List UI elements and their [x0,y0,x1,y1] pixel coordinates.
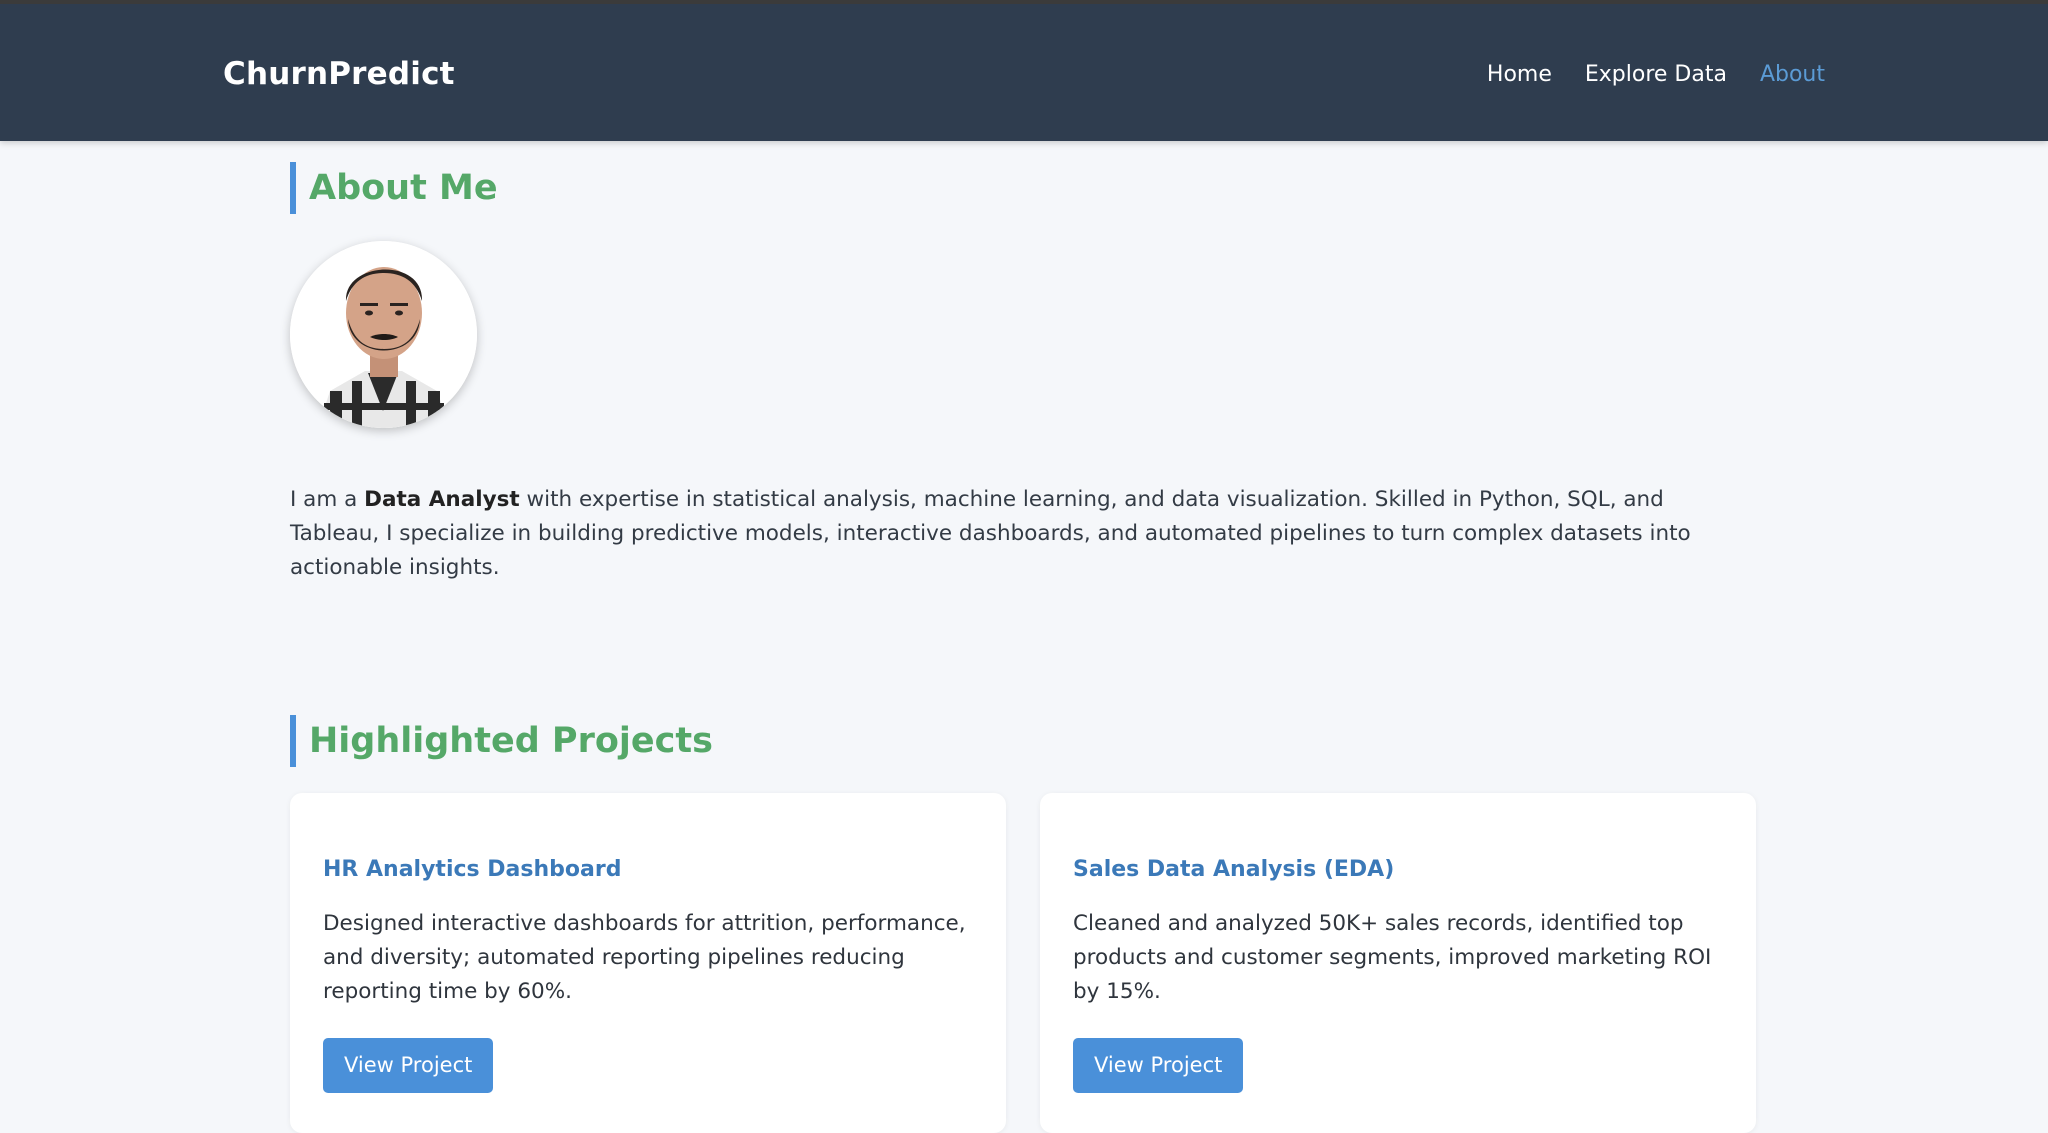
nav-explore-data-link[interactable]: Explore Data [1585,62,1727,87]
profile-avatar [290,241,477,428]
project-card-sales-eda: Sales Data Analysis (EDA) Cleaned and an… [1040,793,1756,1133]
project-description: Cleaned and analyzed 50K+ sales records,… [1073,911,1712,1004]
bio-role: Data Analyst [364,487,520,512]
about-bio: I am a Data Analyst with expertise in st… [290,483,1740,585]
view-project-button[interactable]: View Project [1073,1038,1244,1093]
project-card-hr-analytics: HR Analytics Dashboard Designed interact… [290,793,1006,1133]
main-nav: Home Explore Data About [1487,62,1825,87]
view-project-button[interactable]: View Project [323,1038,494,1093]
nav-about-link[interactable]: About [1760,62,1825,87]
project-description: Designed interactive dashboards for attr… [323,911,966,1004]
about-heading: About Me [290,162,1758,214]
top-navbar: ChurnPredict Home Explore Data About [0,0,2048,141]
projects-heading: Highlighted Projects [290,715,1758,767]
main-content: About Me I am a Data Analyst with expert… [290,141,1758,1133]
nav-home-link[interactable]: Home [1487,62,1552,87]
profile-photo [290,241,477,428]
bio-prefix: I am a [290,487,365,512]
project-title: Sales Data Analysis (EDA) [1073,857,1395,882]
project-cards: HR Analytics Dashboard Designed interact… [290,793,1758,1133]
brand-logo[interactable]: ChurnPredict [223,56,455,92]
project-title: HR Analytics Dashboard [323,857,622,882]
